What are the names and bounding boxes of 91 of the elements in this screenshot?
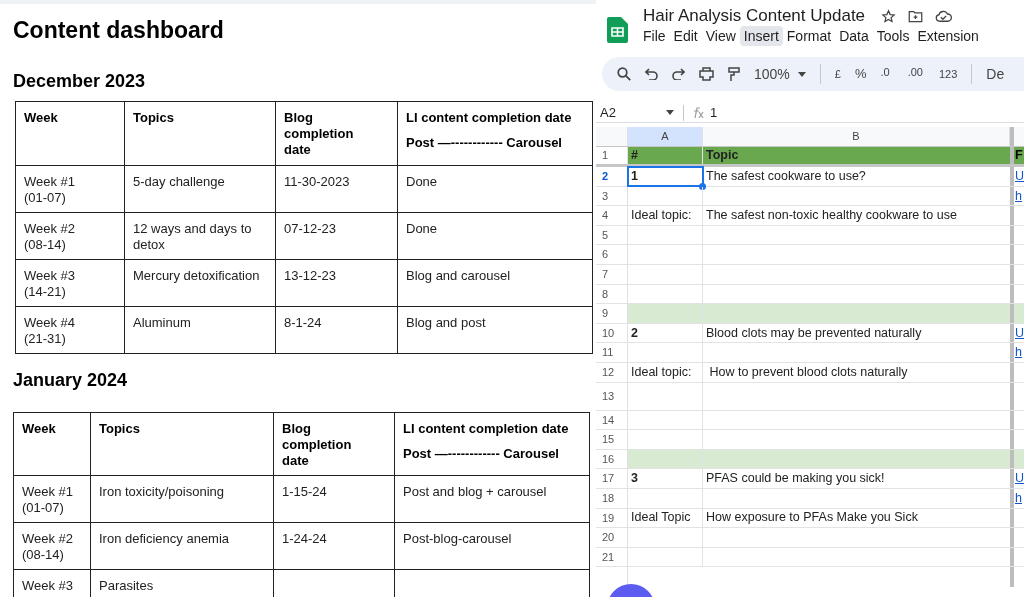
undo-icon[interactable] [645, 68, 658, 80]
table-cell-text: 13-12-23 [284, 268, 338, 284]
paint-roller-icon[interactable] [728, 66, 740, 82]
font-dropdown[interactable]: De [986, 63, 1005, 85]
table-cell-text: The safest cookware to use? [706, 167, 866, 185]
percent-button[interactable]: % [854, 64, 867, 84]
menu-item[interactable]: Data [835, 26, 873, 46]
print-icon[interactable] [699, 67, 714, 81]
table-cell-text: Mercury detoxification [133, 268, 261, 284]
decrease-decimal-button[interactable]: .0 [880, 63, 894, 85]
table-cell-text: Aluminum [133, 315, 192, 331]
link[interactable]: U [1015, 469, 1024, 488]
section-heading: January 2024 [13, 369, 129, 391]
number-format-button[interactable]: 123 [939, 65, 958, 83]
table-cell-text: Week #3 [22, 578, 75, 594]
table-cell-text: Blog and carousel [406, 268, 512, 284]
table-cell-text: Blog and post [406, 315, 487, 331]
table-cell-text: The safest non-toxic healthy cookware to use [706, 207, 957, 225]
menu-item[interactable]: Tools [872, 26, 914, 46]
table-cell-text: Ideal Topic [631, 509, 691, 527]
zoom-dropdown[interactable]: 100% [754, 63, 790, 85]
column-header: Week [22, 421, 57, 437]
table-cell-text: 8-1-24 [284, 315, 323, 331]
table-cell-text: F [1015, 147, 1023, 165]
document-title[interactable]: Hair Analysis Content Update [643, 6, 866, 26]
table-cell-text: How to prevent blood clots naturally [708, 363, 908, 381]
column-header: LI content completion date [406, 110, 573, 126]
table-cell-text: Week #2 (08-14) [22, 531, 75, 563]
folder-icon[interactable] [908, 9, 924, 23]
table-cell-text: Week #1 (01-07) [24, 174, 77, 206]
table-cell-text: Week #3 (14-21) [24, 268, 77, 300]
cell-reference-box[interactable]: A2 [600, 102, 666, 123]
menu-item[interactable]: File [639, 26, 670, 46]
column-subheader: Post —------------ Carousel [403, 446, 560, 462]
table-cell-text: 11-30-2023 [284, 174, 351, 190]
table-cell-text: Parasites [99, 578, 155, 594]
search-icon[interactable] [617, 67, 631, 81]
menu-item[interactable]: View [701, 26, 740, 46]
table-cell-text: 3 [631, 470, 638, 488]
table-cell-text: Ideal topic: [631, 363, 692, 381]
table-cell-text: 1-15-24 [282, 484, 328, 500]
table-cell-text: Done [406, 221, 439, 237]
table-cell-text: 07-12-23 [284, 221, 338, 237]
table-cell-text: Post and blog + carousel [403, 484, 548, 500]
menu-item[interactable]: Extension [913, 26, 983, 46]
column-header: Blog completion date [284, 110, 355, 158]
formula-field[interactable]: 1 [710, 102, 718, 123]
caret-icon[interactable] [666, 110, 674, 115]
link[interactable]: h [1015, 488, 1022, 508]
table-cell-text: 2 [631, 324, 638, 342]
increase-decimal-button[interactable]: .00 [907, 63, 925, 85]
column-header: LI content completion date [403, 421, 570, 437]
column-header: Topics [99, 421, 141, 437]
table-cell-text: Topic [706, 147, 739, 165]
document-title: Content dashboard [13, 16, 225, 44]
table-cell-text: 1 [631, 167, 638, 185]
table-cell-text: Done [406, 174, 439, 190]
table-cell-text: Iron deficiency anemia [99, 531, 231, 547]
table-cell-text: Week #1 (01-07) [22, 484, 75, 516]
section-heading: December 2023 [13, 70, 147, 92]
column-header: Blog completion date [282, 421, 353, 469]
currency-button[interactable]: £ [834, 65, 841, 83]
table-cell-text: Week #4 (21-31) [24, 315, 77, 347]
table-cell-text: Blood clots may be prevented naturally [706, 324, 922, 342]
table-cell-text: Iron toxicity/poisoning [99, 484, 225, 500]
link[interactable]: h [1015, 186, 1022, 206]
link[interactable]: h [1015, 343, 1022, 362]
menu-item[interactable]: Format [782, 26, 836, 46]
fill-handle[interactable] [699, 182, 706, 190]
table-cell-text: Week #2 (08-14) [24, 221, 77, 253]
table-cell-text: 12 ways and days to detox [133, 221, 253, 253]
caret-icon[interactable] [797, 71, 806, 77]
cloud-icon[interactable] [935, 10, 953, 22]
table-cell-text: PFAS could be making you sick! [706, 470, 885, 488]
star-icon[interactable] [881, 8, 897, 24]
table-cell-text: 5-day challenge [133, 174, 226, 190]
table-cell-text: 1-24-24 [282, 531, 328, 547]
link[interactable]: U [1015, 166, 1024, 186]
table-cell-text: How exposure to PFAs Make you Sick [706, 509, 918, 527]
menu-item[interactable]: Edit [669, 26, 702, 46]
table-cell-text: Post-blog-carousel [403, 531, 513, 547]
column-subheader: Post —------------ Carousel [406, 135, 563, 151]
column-header: Week [24, 110, 59, 126]
menu-item[interactable]: Insert [739, 26, 783, 46]
spreadsheet-logo-icon[interactable] [607, 17, 628, 43]
table-cell-text: # [631, 147, 638, 165]
link[interactable]: U [1015, 323, 1024, 343]
table-cell-text: Ideal topic: [631, 207, 692, 225]
column-header[interactable]: A [628, 127, 703, 146]
redo-icon[interactable] [672, 68, 685, 80]
column-header: Topics [133, 110, 175, 126]
